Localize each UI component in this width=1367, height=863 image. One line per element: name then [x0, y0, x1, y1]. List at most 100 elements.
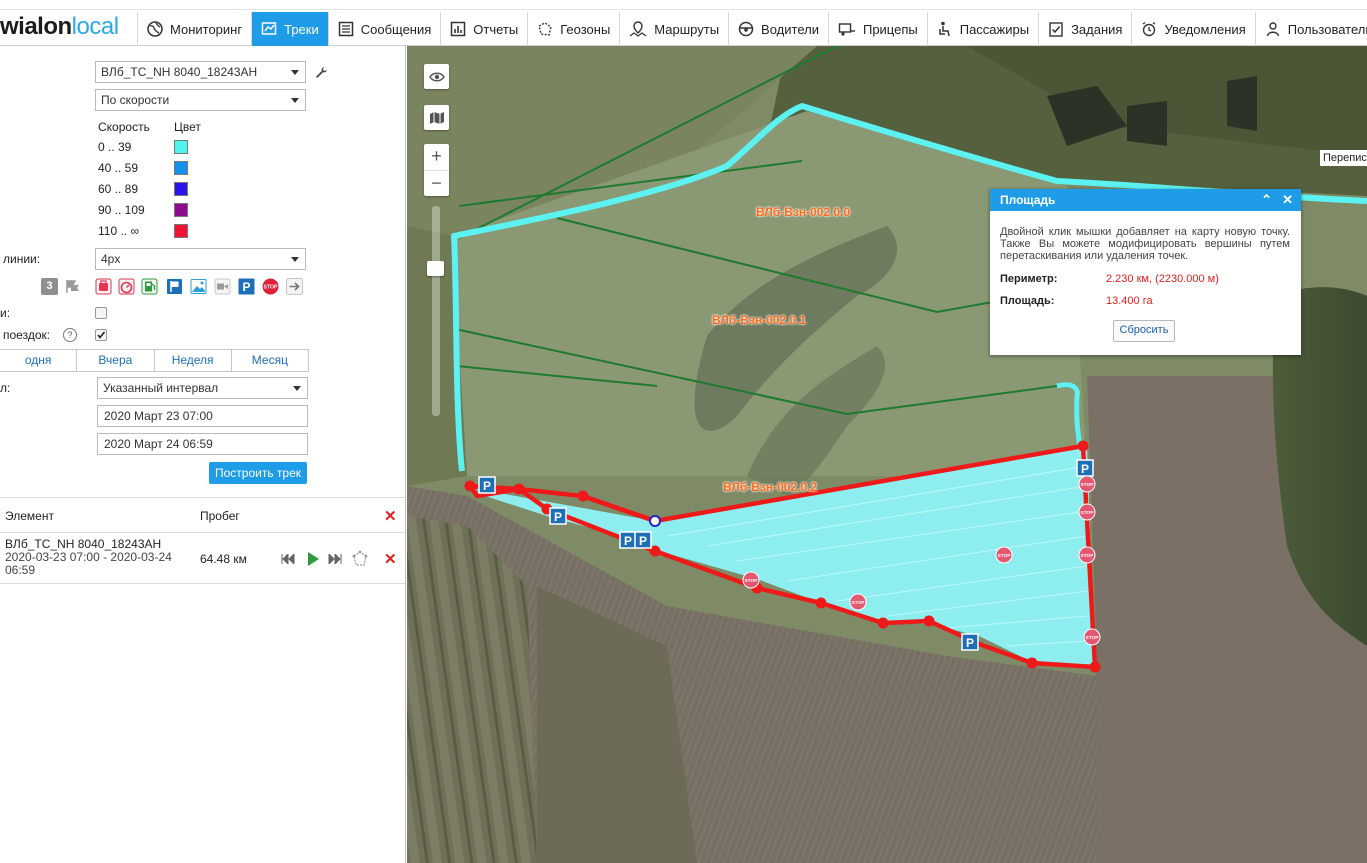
- line-width-select[interactable]: 4px: [95, 248, 306, 270]
- help-icon[interactable]: ?: [63, 328, 77, 342]
- arrow-right-toggle-icon[interactable]: [286, 278, 303, 295]
- parking-icon: P: [961, 633, 979, 651]
- top-strip: [0, 0, 1367, 10]
- nav-trailers[interactable]: Прицепы: [827, 12, 927, 46]
- table-row[interactable]: ВЛб_ТС_NH 8040_18243AH 2020-03-23 07:00 …: [0, 535, 405, 581]
- interval-select-value: Указанный интервал: [103, 381, 219, 395]
- unit-select-value: ВЛб_ТС_NH 8040_18243AH: [101, 65, 258, 79]
- tasks-icon: [1049, 22, 1063, 37]
- svg-text:STOP: STOP: [263, 285, 278, 291]
- parking-icon: P: [549, 507, 567, 525]
- nav-tasks[interactable]: Задания: [1038, 12, 1131, 46]
- skip-forward-icon[interactable]: [328, 554, 342, 564]
- nav-reports[interactable]: Отчеты: [440, 12, 527, 46]
- interval-select[interactable]: Указанный интервал: [97, 377, 308, 399]
- wialon-logo[interactable]: wialonlocal: [0, 14, 135, 40]
- nav-label: Мониторинг: [170, 21, 243, 37]
- alarm-icon: [1143, 21, 1156, 37]
- clear-all-tracks-icon[interactable]: ✕: [384, 509, 397, 524]
- area-popup-title: Площадь: [1000, 193, 1056, 207]
- logo-text-local: local: [71, 14, 119, 40]
- date-from-input[interactable]: 2020 Март 23 07:00: [97, 405, 308, 427]
- wrench-icon[interactable]: [315, 66, 328, 79]
- speed-color-swatch[interactable]: [174, 203, 188, 217]
- top-navigation-bar: wialonlocal Мониторинг Треки Сообщения О…: [0, 0, 1367, 46]
- option-checkbox-1[interactable]: [95, 307, 107, 319]
- unit-select[interactable]: ВЛб_ТС_NH 8040_18243AH: [95, 61, 306, 83]
- svg-text:P: P: [554, 510, 562, 524]
- dropdown-arrow-icon: [291, 70, 299, 75]
- svg-text:P: P: [483, 479, 491, 493]
- nav-geofences[interactable]: Геозоны: [527, 12, 619, 46]
- events-toggle-icon[interactable]: [95, 278, 112, 295]
- parking-toggle-icon[interactable]: P: [238, 278, 255, 295]
- collapse-icon[interactable]: ⌃: [1261, 189, 1272, 211]
- stop-toggle-icon[interactable]: STOP: [262, 278, 279, 295]
- svg-text:STOP: STOP: [1081, 553, 1095, 559]
- area-label: Площадь:: [1000, 295, 1055, 307]
- svg-text:P: P: [1081, 462, 1089, 476]
- map-source-button[interactable]: [424, 105, 449, 130]
- messages-icon: [338, 21, 353, 37]
- nav-tracks[interactable]: Треки: [251, 12, 328, 46]
- flags-toggle-icon[interactable]: [64, 278, 81, 295]
- line-width-label: линии:: [3, 252, 41, 266]
- video-toggle-icon[interactable]: [214, 278, 231, 295]
- speed-color-swatch[interactable]: [174, 224, 188, 238]
- fuel-toggle-icon[interactable]: [141, 278, 158, 295]
- help-symbol: ?: [67, 330, 73, 340]
- finish-flag-toggle-icon[interactable]: [166, 278, 183, 295]
- point-count-toggle[interactable]: 3: [41, 278, 58, 295]
- date-to-input[interactable]: 2020 Март 24 06:59: [97, 433, 308, 455]
- nav-label: Уведомления: [1164, 21, 1246, 37]
- satellite-map: P P P P P P STOP STOP STOP STOP STOP STO…: [407, 46, 1367, 863]
- svg-text:P: P: [242, 280, 250, 294]
- tab-today[interactable]: одня: [0, 350, 76, 371]
- nav-monitoring[interactable]: Мониторинг: [137, 12, 251, 46]
- track-mileage: 64.48 км: [200, 552, 247, 566]
- play-icon[interactable]: [307, 552, 319, 566]
- color-mode-select[interactable]: По скорости: [95, 89, 306, 111]
- speed-range-label: 40 .. 59: [98, 161, 139, 175]
- tab-week[interactable]: Неделя: [153, 350, 231, 371]
- reset-button[interactable]: Сбросить: [1113, 320, 1175, 342]
- speed-color-swatch[interactable]: [174, 161, 188, 175]
- perimeter-value: 2.230 км, (2230.000 м): [1106, 273, 1219, 285]
- nav-messages[interactable]: Сообщения: [327, 12, 441, 46]
- speed-color-swatch[interactable]: [174, 140, 188, 154]
- nav-notifications[interactable]: Уведомления: [1131, 12, 1254, 46]
- tab-month[interactable]: Месяц: [230, 350, 308, 371]
- close-icon[interactable]: ✕: [1282, 189, 1293, 211]
- nav-label: Треки: [284, 21, 319, 37]
- table-header-element: Элемент: [5, 509, 54, 523]
- map-view[interactable]: P P P P P P STOP STOP STOP STOP STOP STO…: [407, 46, 1367, 863]
- nav-users[interactable]: Пользователи: [1254, 12, 1367, 46]
- stop-icon: STOP: [1078, 475, 1096, 493]
- track-unit-name: ВЛб_ТС_NH 8040_18243AH: [5, 537, 162, 551]
- zoom-slider-track[interactable]: [432, 206, 440, 416]
- nav-drivers[interactable]: Водители: [728, 12, 828, 46]
- nav-label: Геозоны: [560, 21, 611, 37]
- layers-visibility-button[interactable]: [424, 64, 449, 89]
- area-measure-popup: Площадь ⌃ ✕ Двойной клик мышки добавляет…: [990, 189, 1301, 355]
- speed-color-swatch[interactable]: [174, 182, 188, 196]
- option-label-1: и:: [0, 306, 11, 320]
- tab-yesterday[interactable]: Вчера: [76, 350, 153, 371]
- zoom-out-button[interactable]: −: [424, 171, 449, 197]
- image-toggle-icon[interactable]: [190, 278, 207, 295]
- skip-back-icon[interactable]: [281, 554, 295, 564]
- dropdown-arrow-icon: [293, 386, 301, 391]
- build-track-button[interactable]: Построить трек: [209, 462, 307, 484]
- svg-text:P: P: [624, 534, 632, 548]
- stop-icon: STOP: [995, 546, 1013, 564]
- option-checkbox-2-checked[interactable]: [95, 329, 107, 341]
- zoom-slider-handle[interactable]: [427, 261, 444, 276]
- zoom-in-button[interactable]: +: [424, 144, 449, 171]
- nav-passengers[interactable]: Пассажиры: [926, 12, 1038, 46]
- area-polygon-new-vertex[interactable]: [649, 515, 661, 527]
- parking-icon: P: [619, 531, 637, 549]
- geofence-from-track-icon[interactable]: [351, 550, 369, 568]
- delete-track-icon[interactable]: ✕: [384, 552, 397, 567]
- nav-routes[interactable]: Маршруты: [619, 12, 728, 46]
- speed-events-toggle-icon[interactable]: [118, 278, 135, 295]
